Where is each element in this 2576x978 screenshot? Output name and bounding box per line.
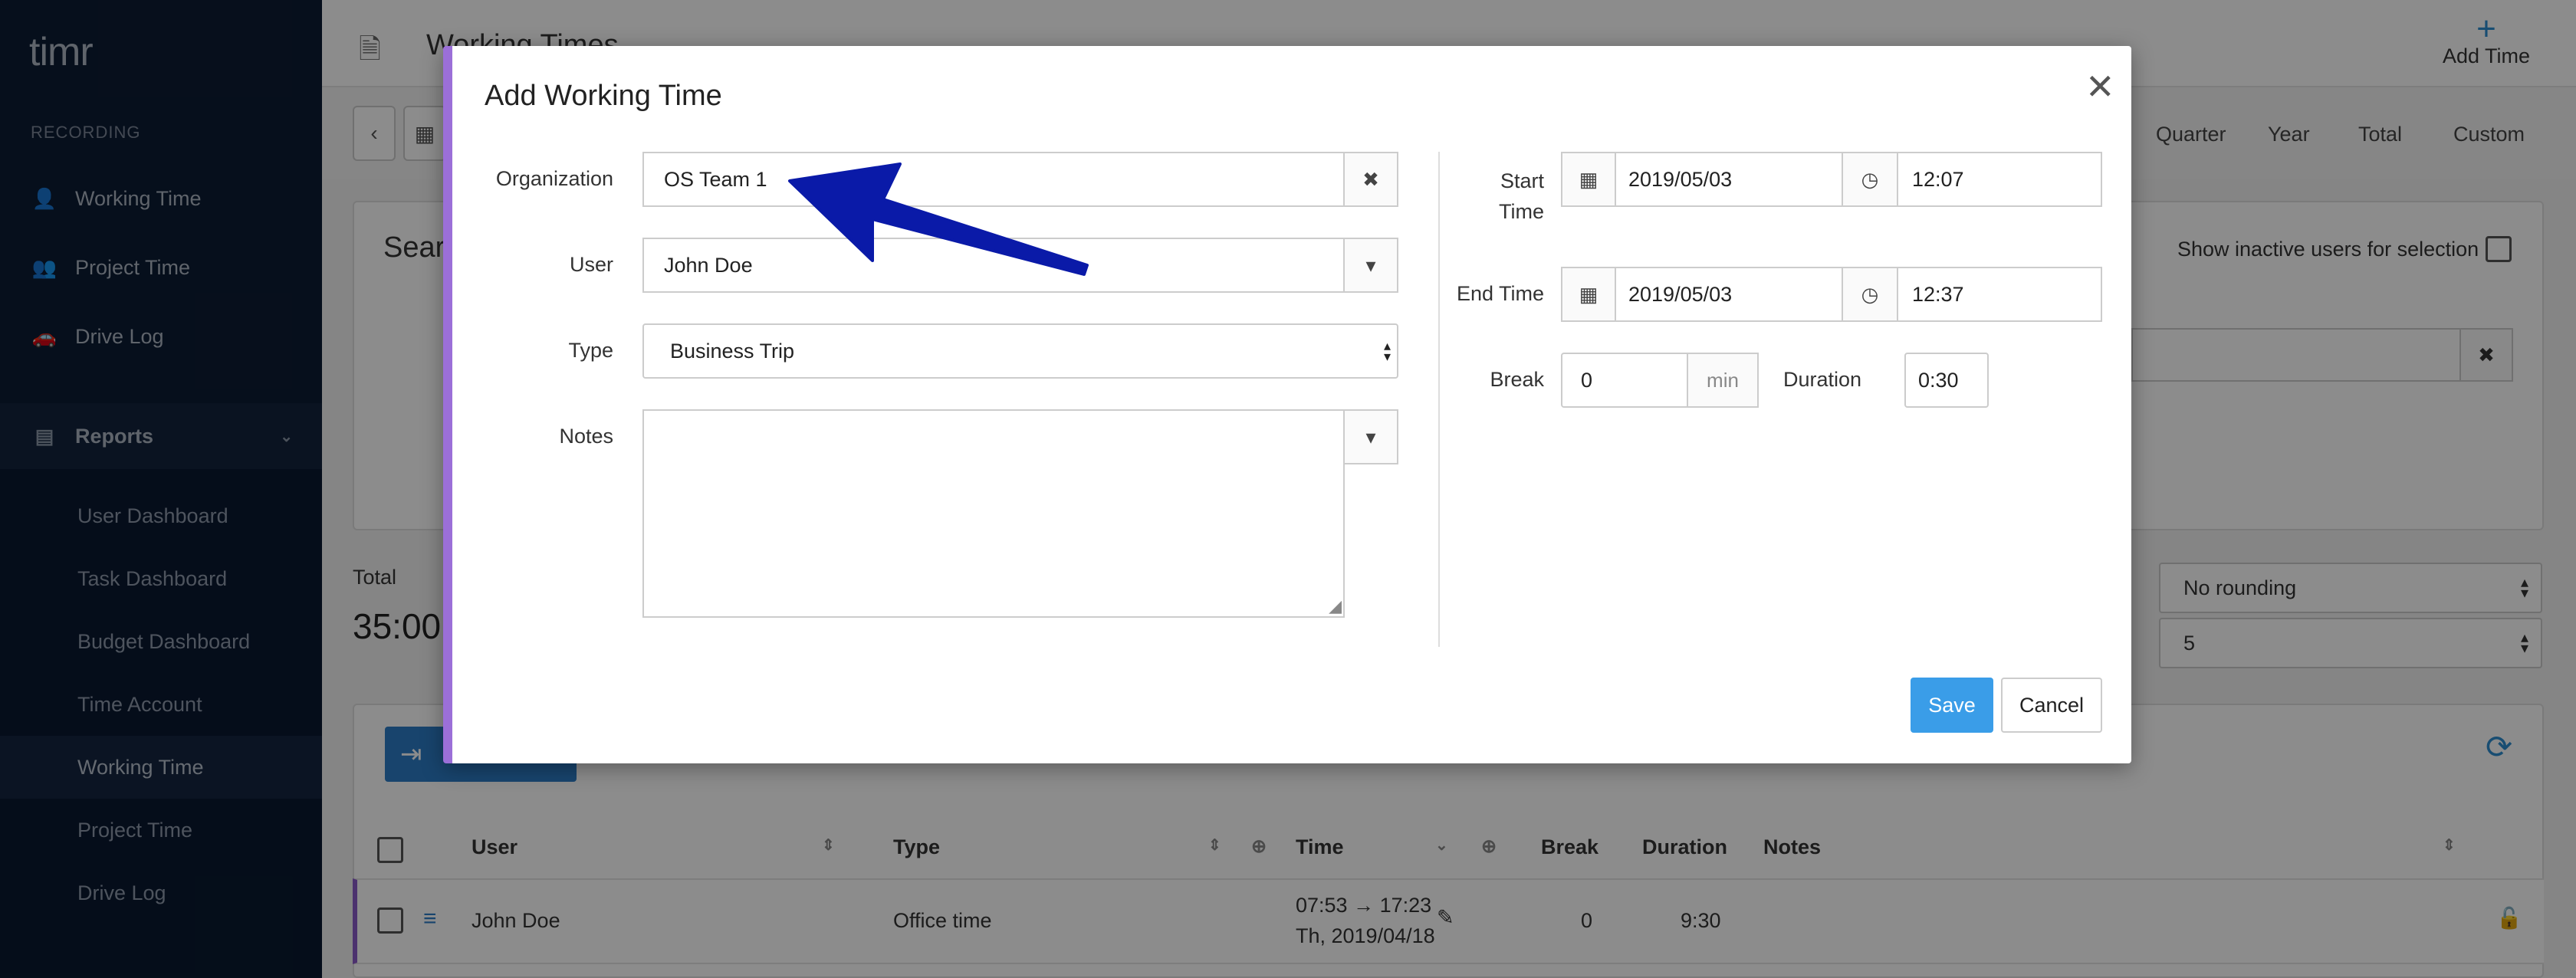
user-value: John Doe (664, 253, 753, 277)
duration-input[interactable]: 0:30 (1904, 353, 1989, 408)
break-unit: min (1687, 353, 1759, 408)
end-time-input[interactable]: 12:37 (1897, 267, 2102, 322)
close-icon: ✕ (2085, 67, 2115, 107)
user-label: User (569, 253, 613, 276)
save-button[interactable]: Save (1911, 678, 1993, 733)
start-time-label: Start Time (1457, 166, 1544, 227)
start-time-clock-button[interactable]: ◷ (1842, 152, 1898, 207)
clock-icon: ◷ (1861, 167, 1879, 191)
break-input[interactable]: 0 (1561, 353, 1688, 408)
end-time-clock-button[interactable]: ◷ (1842, 267, 1898, 322)
add-working-time-dialog: Add Working Time ✕ Organization OS Team … (443, 46, 2131, 763)
end-date-input[interactable]: 2019/05/03 (1615, 267, 1843, 322)
break-value: 0 (1581, 368, 1593, 392)
break-label: Break (1490, 368, 1544, 391)
start-date-calendar-button[interactable]: ▦ (1561, 152, 1616, 207)
type-select[interactable]: Business Trip ▴ ▾ (642, 323, 1398, 379)
clear-organization-button[interactable]: ✖ (1343, 152, 1398, 207)
resize-handle-icon[interactable]: ◢ (1329, 596, 1342, 616)
close-icon: ✖ (1362, 167, 1379, 191)
calendar-icon: ▦ (1579, 282, 1598, 306)
cancel-button[interactable]: Cancel (2001, 678, 2102, 733)
organization-value: OS Team 1 (664, 167, 767, 191)
start-time-input[interactable]: 12:07 (1897, 152, 2102, 207)
duration-label: Duration (1783, 368, 1862, 391)
caret-down-icon: ▾ (1365, 253, 1376, 277)
notes-dropdown-button[interactable]: ▾ (1343, 409, 1398, 464)
start-date-input[interactable]: 2019/05/03 (1615, 152, 1843, 207)
notes-textarea[interactable]: ◢ (642, 409, 1345, 618)
organization-field[interactable]: OS Team 1 (642, 152, 1345, 207)
user-field[interactable]: John Doe (642, 238, 1345, 293)
start-time-label-line1: Start (1500, 169, 1544, 192)
dialog-title: Add Working Time (485, 80, 722, 112)
caret-down-icon: ▾ (1365, 425, 1376, 448)
end-time-value: 12:37 (1912, 282, 1964, 306)
close-dialog-button[interactable]: ✕ (2085, 67, 2115, 106)
user-dropdown-button[interactable]: ▾ (1343, 238, 1398, 293)
organization-label: Organization (495, 167, 613, 190)
column-divider (1438, 152, 1440, 647)
clock-icon: ◷ (1861, 282, 1879, 306)
calendar-icon: ▦ (1579, 167, 1598, 191)
start-time-value: 12:07 (1912, 167, 1964, 191)
duration-value: 0:30 (1918, 368, 1959, 392)
notes-label: Notes (559, 425, 613, 448)
type-label: Type (568, 339, 613, 362)
type-value: Business Trip (670, 339, 795, 363)
select-arrows-icon: ▴ ▾ (1383, 338, 1391, 364)
start-time-label-line2: Time (1499, 200, 1544, 223)
end-date-calendar-button[interactable]: ▦ (1561, 267, 1616, 322)
end-date-value: 2019/05/03 (1628, 282, 1733, 306)
end-time-label: End Time (1456, 282, 1544, 305)
start-date-value: 2019/05/03 (1628, 167, 1733, 191)
